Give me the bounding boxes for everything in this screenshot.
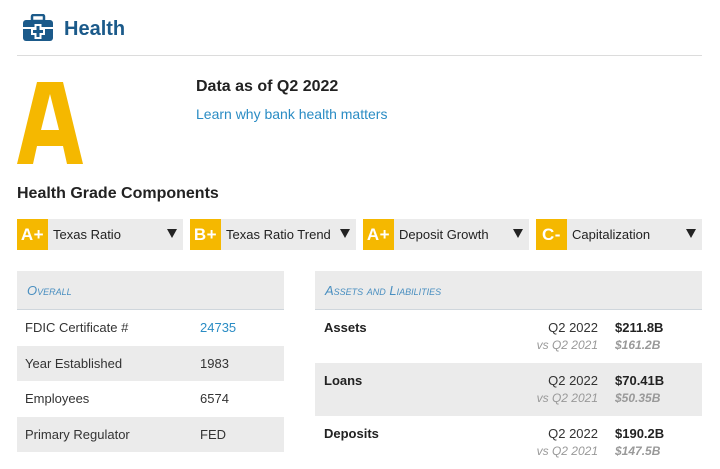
al-row-assets: Assets Q2 2022 $211.8B vs Q2 2021 $161.2…	[315, 310, 702, 363]
component-label: Capitalization	[572, 227, 651, 242]
caret-down-icon	[513, 229, 523, 238]
data-as-of: Data as of Q2 2022	[196, 78, 339, 95]
component-label: Texas Ratio Trend	[226, 227, 331, 242]
row-prev-period: vs Q2 2021	[536, 391, 598, 405]
grade-badge: C-	[536, 219, 567, 250]
caret-down-icon	[167, 229, 177, 238]
row-label: Assets	[324, 320, 367, 335]
row-label: Year Established	[25, 355, 123, 371]
overall-row-regulator: Primary Regulator FED	[17, 416, 284, 452]
row-value: 1983	[200, 355, 229, 371]
row-label: Primary Regulator	[25, 426, 130, 442]
row-period: Q2 2022	[548, 320, 598, 335]
row-prev-value: $161.2B	[615, 338, 661, 352]
overall-rows: FDIC Certificate # 24735 Year Establishe…	[17, 310, 284, 452]
row-label: Employees	[25, 391, 90, 407]
medical-kit-icon	[23, 14, 53, 41]
assets-liabilities-heading: Assets and Liabilities	[315, 271, 702, 310]
grade-badge: A+	[363, 219, 394, 250]
row-value: 6574	[200, 391, 229, 407]
component-label: Deposit Growth	[399, 227, 489, 242]
overall-heading: Overall	[17, 271, 284, 310]
row-prev-period: vs Q2 2021	[536, 444, 598, 458]
row-value: $211.8B	[615, 320, 664, 335]
row-prev-period: vs Q2 2021	[536, 338, 598, 352]
row-value: $190.2B	[615, 426, 665, 441]
overall-grade-letter	[17, 82, 83, 164]
component-capitalization[interactable]: C- Capitalization	[536, 219, 702, 250]
page-title: Health	[64, 18, 126, 40]
component-texas-ratio[interactable]: A+ Texas Ratio	[17, 219, 183, 250]
grade-badge: A+	[17, 219, 48, 250]
assets-liabilities-heading-label: Assets and Liabilities	[325, 282, 442, 298]
row-period: Q2 2022	[548, 373, 598, 388]
overall-heading-label: Overall	[27, 282, 72, 298]
assets-liabilities-panel: Assets and Liabilities Assets Q2 2022 $2…	[315, 271, 702, 469]
grade-components: A+ Texas Ratio B+ Texas Ratio Trend A+ D…	[17, 219, 702, 250]
row-period: Q2 2022	[548, 426, 598, 441]
learn-why-link[interactable]: Learn why bank health matters	[196, 106, 387, 122]
overall-row-employees: Employees 6574	[17, 381, 284, 417]
al-row-deposits: Deposits Q2 2022 $190.2B vs Q2 2021 $147…	[315, 416, 702, 469]
overall-row-year: Year Established 1983	[17, 345, 284, 381]
al-row-loans: Loans Q2 2022 $70.41B vs Q2 2021 $50.35B	[315, 363, 702, 416]
component-label: Texas Ratio	[53, 227, 121, 242]
fdic-certificate-link[interactable]: 24735	[200, 320, 284, 335]
row-prev-value: $147.5B	[615, 444, 661, 458]
row-label: Loans	[324, 373, 363, 388]
row-value: $70.41B	[615, 373, 665, 388]
component-texas-ratio-trend[interactable]: B+ Texas Ratio Trend	[190, 219, 356, 250]
caret-down-icon	[340, 229, 350, 238]
grade-badge: B+	[190, 219, 221, 250]
health-header: Health	[17, 14, 702, 56]
overall-panel: Overall FDIC Certificate # 24735 Year Es…	[17, 271, 284, 452]
row-label: FDIC Certificate #	[25, 320, 129, 336]
row-value: FED	[200, 426, 226, 442]
row-prev-value: $50.35B	[615, 391, 661, 405]
row-label: Deposits	[324, 426, 379, 441]
overall-row-fdic: FDIC Certificate # 24735	[17, 310, 284, 346]
caret-down-icon	[686, 229, 696, 238]
component-deposit-growth[interactable]: A+ Deposit Growth	[363, 219, 529, 250]
components-title: Health Grade Components	[17, 185, 219, 202]
